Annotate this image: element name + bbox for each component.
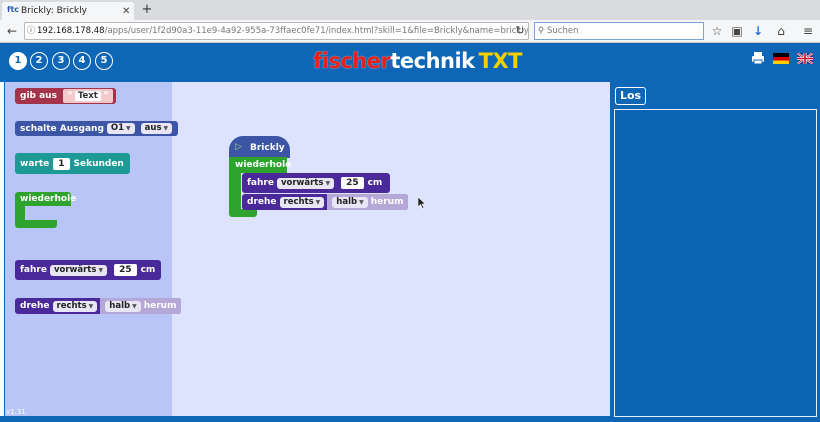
back-icon[interactable]: ←	[4, 23, 20, 39]
library-icon[interactable]: ▣	[729, 23, 745, 39]
program-turn-label: drehe	[247, 197, 277, 207]
print-block[interactable]: gib aus “Text”	[15, 88, 116, 104]
step-5-button[interactable]: 5	[95, 52, 113, 70]
drive-unit-label: cm	[140, 265, 156, 275]
german-flag-icon[interactable]	[773, 53, 789, 64]
url-host: 192.168.178.48	[37, 26, 105, 36]
turn-direction-dropdown[interactable]: rechts ▼	[52, 300, 98, 312]
text-literal-block[interactable]: “Text”	[62, 89, 113, 103]
program-drive-block[interactable]: fahre vorwärts ▼ 25 cm	[242, 173, 391, 193]
step-2-button[interactable]: 2	[30, 52, 48, 70]
wait-block[interactable]: warte 1 Sekunden	[15, 153, 130, 174]
workspace-bottom-bar	[0, 416, 610, 422]
step-3-button[interactable]: 3	[52, 52, 70, 70]
print-label: gib aus	[20, 91, 57, 101]
play-icon: ▷	[235, 142, 242, 152]
tab-title: Brickly: Brickly	[21, 6, 87, 16]
program-turn-amount-dropdown[interactable]: halb ▼	[332, 196, 368, 208]
repeat-block[interactable]: wiederhole	[15, 192, 76, 228]
url-bar[interactable]: ⓘ 192.168.178.48/apps/user/1f2d90a3-11e9-…	[24, 22, 529, 40]
step-4-button[interactable]: 4	[73, 52, 91, 70]
search-input[interactable]: ⚲ Suchen	[534, 22, 704, 40]
program-workspace[interactable]	[172, 82, 610, 416]
program-turn-block[interactable]: drehe rechts ▼ halb ▼ herum	[242, 194, 409, 210]
info-icon[interactable]: ⓘ	[25, 23, 37, 39]
bookmark-star-icon[interactable]: ☆	[709, 23, 725, 39]
english-flag-icon[interactable]	[797, 53, 813, 64]
fischertechnik-logo: fischertechnik TXT	[313, 49, 522, 73]
turn-label: drehe	[20, 301, 50, 311]
start-label: Brickly	[250, 143, 285, 153]
menu-icon[interactable]: ≡	[800, 23, 816, 39]
program-turn-direction-dropdown[interactable]: rechts ▼	[279, 196, 325, 208]
turn-block[interactable]: drehe rechts ▼ halb ▼ herum	[15, 298, 182, 314]
mouse-cursor-icon	[418, 197, 426, 209]
output-port-dropdown[interactable]: O1 ▼	[106, 123, 135, 134]
program-drive-direction-dropdown[interactable]: vorwärts ▼	[276, 177, 335, 189]
repeat-label: wiederhole	[20, 194, 77, 204]
browser-tab-bar: ftc Brickly: Brickly ✕ +	[0, 0, 820, 20]
step-1-button[interactable]: 1	[9, 52, 27, 70]
wait-value-input[interactable]: 1	[53, 157, 70, 170]
app-header: 1 2 3 4 5 fischertechnik TXT	[0, 43, 820, 82]
output-console	[614, 109, 817, 417]
downloads-icon[interactable]: ↓	[750, 23, 766, 39]
drive-direction-dropdown[interactable]: vorwärts ▼	[49, 264, 108, 276]
version-label: v1.31	[6, 408, 26, 416]
text-literal-value[interactable]: Text	[74, 91, 101, 101]
search-placeholder: Suchen	[547, 26, 579, 36]
home-icon[interactable]: ⌂	[773, 23, 789, 39]
turn-amount-block[interactable]: halb ▼ herum	[100, 298, 182, 314]
wait-label: warte	[20, 158, 50, 169]
program-repeat-label: wiederhole	[235, 160, 292, 170]
reload-icon[interactable]: ↻	[512, 23, 528, 39]
wait-unit-label: Sekunden	[73, 158, 124, 169]
start-hat-block[interactable]: ▷ Brickly	[229, 136, 290, 158]
close-tab-icon[interactable]: ✕	[122, 6, 134, 17]
run-button[interactable]: Los	[615, 87, 646, 105]
print-icon[interactable]	[751, 51, 765, 65]
new-tab-button[interactable]: +	[140, 2, 154, 18]
set-output-block[interactable]: schalte Ausgang O1 ▼ aus ▼	[15, 121, 179, 136]
output-state-dropdown[interactable]: aus ▼	[140, 123, 173, 134]
drive-label: fahre	[20, 265, 47, 275]
url-path: /apps/user/1f2d90a3-11e9-4a92-955a-73ffa…	[104, 26, 529, 36]
set-output-label: schalte Ausgang	[20, 123, 104, 134]
program-drive-value-input[interactable]: 25	[341, 177, 364, 189]
program-turn-amount-block[interactable]: halb ▼ herum	[327, 194, 409, 210]
browser-nav-bar: ← ⓘ 192.168.178.48/apps/user/1f2d90a3-11e…	[0, 20, 820, 43]
toolbox-edge	[4, 82, 5, 416]
program-turn-suffix-label: herum	[370, 197, 404, 207]
search-icon: ⚲	[537, 26, 545, 36]
drive-value-input[interactable]: 25	[114, 264, 137, 276]
favicon-icon: ftc	[7, 5, 20, 14]
turn-suffix-label: herum	[143, 301, 177, 311]
program-drive-label: fahre	[247, 178, 274, 188]
drive-block[interactable]: fahre vorwärts ▼ 25 cm	[15, 260, 162, 280]
turn-amount-dropdown[interactable]: halb ▼	[105, 300, 141, 312]
browser-tab[interactable]: ftc Brickly: Brickly ✕	[2, 2, 134, 20]
program-drive-unit-label: cm	[367, 178, 383, 188]
